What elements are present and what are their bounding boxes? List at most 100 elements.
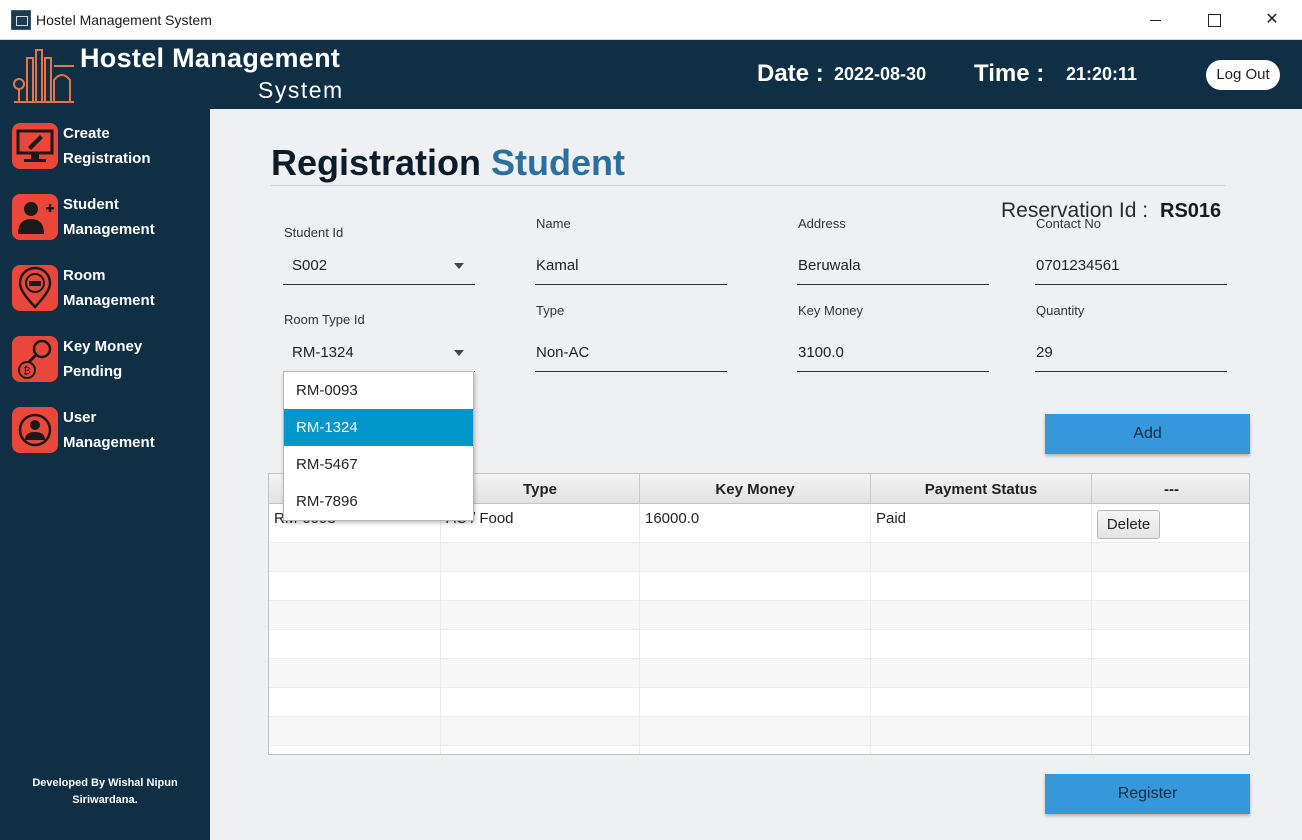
table-row-empty bbox=[269, 601, 1249, 630]
empty-cell bbox=[441, 543, 640, 571]
chevron-down-icon[interactable] bbox=[454, 350, 464, 356]
page-title-main: Registration bbox=[271, 142, 482, 183]
field-underline bbox=[797, 371, 989, 372]
table-row-empty bbox=[269, 746, 1249, 754]
empty-cell bbox=[441, 746, 640, 754]
date-value: 2022-08-30 bbox=[834, 64, 927, 84]
field-underline bbox=[535, 371, 727, 372]
empty-cell bbox=[441, 659, 640, 687]
window-titlebar: Hostel Management System ✕ bbox=[0, 0, 1302, 40]
empty-cell bbox=[871, 543, 1092, 571]
logout-button[interactable]: Log Out bbox=[1206, 60, 1280, 90]
student-id-value: S002 bbox=[292, 257, 328, 274]
add-button[interactable]: Add bbox=[1045, 414, 1250, 454]
empty-cell bbox=[871, 746, 1092, 754]
empty-cell bbox=[269, 543, 441, 571]
time-label: Time : bbox=[974, 60, 1045, 87]
student-id-combo[interactable]: Student Id S002 bbox=[283, 225, 475, 295]
dropdown-option[interactable]: RM-0093 bbox=[284, 372, 473, 409]
sidebar-item-user-management[interactable]: User Management bbox=[0, 401, 210, 463]
empty-cell bbox=[640, 601, 871, 629]
sidebar-item-create-registration[interactable]: Create Registration bbox=[0, 117, 210, 179]
key-coin-icon: ₿ bbox=[12, 336, 58, 382]
sidebar-item-room-management[interactable]: Room Management bbox=[0, 259, 210, 321]
empty-cell bbox=[441, 601, 640, 629]
empty-cell bbox=[441, 630, 640, 658]
empty-cell bbox=[269, 659, 441, 687]
brand-title: Hostel Management bbox=[80, 43, 341, 73]
sidebar-item-label: Key Money Pending bbox=[63, 338, 143, 380]
column-header-key-money[interactable]: Key Money bbox=[640, 474, 871, 504]
name-field[interactable]: Name Kamal bbox=[535, 216, 727, 295]
sidebar-item-key-money-pending[interactable]: ₿ Key Money Pending bbox=[0, 330, 210, 392]
page-title-accent: Student bbox=[491, 142, 626, 183]
room-type-id-dropdown[interactable]: RM-0093 RM-1324 RM-5467 RM-7896 bbox=[283, 371, 474, 521]
contact-no-field[interactable]: Contact No 0701234561 bbox=[1035, 216, 1227, 295]
field-underline bbox=[797, 284, 989, 285]
empty-cell bbox=[640, 630, 871, 658]
empty-cell bbox=[640, 717, 871, 745]
contact-no-value: 0701234561 bbox=[1036, 257, 1120, 274]
column-header-actions[interactable]: --- bbox=[1092, 474, 1249, 504]
room-type-id-label: Room Type Id bbox=[284, 312, 365, 327]
dropdown-option[interactable]: RM-5467 bbox=[284, 446, 473, 483]
sidebar-item-label: Create Registration bbox=[63, 125, 151, 167]
empty-cell bbox=[269, 572, 441, 600]
table-row-empty bbox=[269, 717, 1249, 746]
table-row-empty bbox=[269, 543, 1249, 572]
delete-button[interactable]: Delete bbox=[1097, 510, 1160, 539]
sidebar-item-student-management[interactable]: Student Management bbox=[0, 188, 210, 250]
type-label: Type bbox=[536, 303, 565, 318]
app-header: Hostel Management System Date : 2022-08-… bbox=[0, 40, 1302, 109]
name-value: Kamal bbox=[536, 257, 579, 274]
field-underline bbox=[1035, 371, 1227, 372]
page-title: Registration Student bbox=[271, 142, 625, 184]
table-row-empty bbox=[269, 630, 1249, 659]
quantity-field[interactable]: Quantity 29 bbox=[1035, 303, 1227, 382]
minimize-icon[interactable] bbox=[1136, 6, 1176, 34]
time-value: 21:20:11 bbox=[1066, 64, 1138, 84]
sidebar-item-label: User Management bbox=[63, 409, 155, 451]
reservation-id-value: RS016 bbox=[1160, 200, 1222, 222]
empty-cell bbox=[640, 659, 871, 687]
register-button[interactable]: Register bbox=[1045, 774, 1250, 814]
sidebar-item-label: Room Management bbox=[63, 267, 155, 309]
registration-icon bbox=[12, 123, 58, 169]
table-row-empty bbox=[269, 572, 1249, 601]
dropdown-option[interactable]: RM-7896 bbox=[284, 483, 473, 520]
empty-cell bbox=[871, 659, 1092, 687]
name-label: Name bbox=[536, 216, 571, 231]
room-type-id-value: RM-1324 bbox=[292, 344, 354, 361]
developer-credit: Developed By Wishal Nipun Siriwardana. bbox=[32, 777, 178, 806]
empty-cell bbox=[269, 601, 441, 629]
address-field[interactable]: Address Beruwala bbox=[797, 216, 989, 295]
field-underline bbox=[283, 284, 475, 285]
dropdown-option-selected[interactable]: RM-1324 bbox=[284, 409, 473, 446]
empty-cell bbox=[640, 746, 871, 754]
empty-cell bbox=[269, 717, 441, 745]
window-title: Hostel Management System bbox=[36, 12, 212, 28]
svg-text:₿: ₿ bbox=[23, 365, 30, 377]
column-header-payment-status[interactable]: Payment Status bbox=[871, 474, 1092, 504]
empty-cell bbox=[871, 688, 1092, 716]
maximize-icon[interactable] bbox=[1194, 6, 1234, 34]
quantity-label: Quantity bbox=[1036, 303, 1085, 318]
user-icon bbox=[12, 407, 58, 453]
empty-cell bbox=[871, 630, 1092, 658]
empty-cell bbox=[871, 717, 1092, 745]
cell-payment-status: Paid bbox=[871, 504, 1092, 542]
table-row-empty bbox=[269, 659, 1249, 688]
table-row-empty bbox=[269, 688, 1249, 717]
key-money-field[interactable]: Key Money 3100.0 bbox=[797, 303, 989, 382]
student-id-label: Student Id bbox=[284, 225, 344, 240]
type-value: Non-AC bbox=[536, 344, 590, 361]
empty-cell bbox=[269, 746, 441, 754]
type-field[interactable]: Type Non-AC bbox=[535, 303, 727, 382]
empty-cell bbox=[640, 572, 871, 600]
app-icon bbox=[11, 10, 31, 30]
close-icon[interactable]: ✕ bbox=[1252, 6, 1292, 34]
cell-key-money: 16000.0 bbox=[640, 504, 871, 542]
chevron-down-icon[interactable] bbox=[454, 263, 464, 269]
empty-cell bbox=[871, 572, 1092, 600]
address-label: Address bbox=[798, 216, 846, 231]
